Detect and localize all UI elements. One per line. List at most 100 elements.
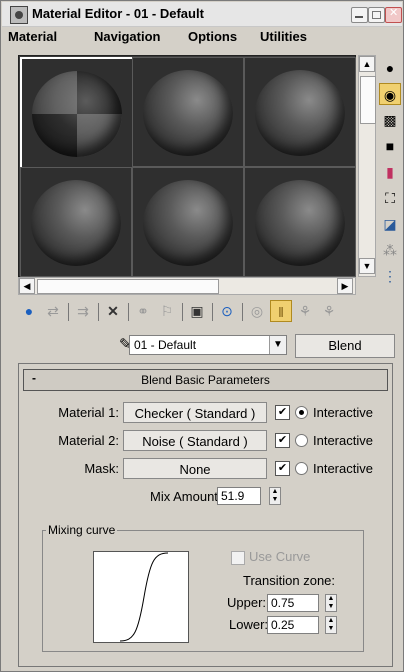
make-preview-icon[interactable]: ⛶	[379, 187, 401, 209]
spin-up-icon: ▲	[327, 617, 335, 624]
get-material-icon[interactable]: ●	[18, 300, 40, 322]
mask-button[interactable]: None	[123, 458, 267, 479]
scroll-down-icon[interactable]: ▼	[359, 258, 375, 274]
spin-up-icon: ▲	[327, 595, 335, 602]
material-type-button[interactable]: Blend	[295, 334, 395, 358]
options-icon[interactable]: ◪	[379, 213, 401, 235]
spin-down-icon: ▼	[327, 603, 335, 610]
material-2-label: Material 2:	[58, 433, 119, 448]
sample-sphere	[32, 71, 122, 157]
spin-down-icon: ▼	[271, 496, 279, 503]
transition-zone-label: Transition zone:	[243, 573, 336, 588]
material-1-label: Material 1:	[58, 405, 119, 420]
minimize-button[interactable]	[351, 7, 368, 23]
backlight-icon[interactable]: ◉	[379, 83, 401, 105]
menu-bar: Material Navigation Options Utilities	[2, 28, 402, 46]
menu-navigation[interactable]: Navigation	[94, 29, 160, 44]
make-unique-icon[interactable]: ⚭	[132, 300, 154, 322]
spin-down-icon: ▼	[327, 625, 335, 632]
material-toolbar: ● ⇄ ⇉ ✕ ⚭ ⚐ ▣ ⊙ ◎ ‖ ⚘ ⚘	[18, 300, 402, 326]
spin-up-icon: ▲	[271, 488, 279, 495]
toolbar-divider	[98, 303, 99, 321]
show-map-in-viewport-icon[interactable]: ⊙	[216, 300, 238, 322]
mixing-curve-group: Mixing curve Use Curve Transition zone: …	[42, 523, 364, 652]
material-1-interactive-label: Interactive	[313, 405, 373, 420]
sample-sphere	[143, 180, 233, 266]
material-effects-channel-icon[interactable]: ▣	[186, 300, 208, 322]
mask-interactive-radio[interactable]	[295, 462, 308, 475]
close-button[interactable]	[385, 6, 402, 23]
go-forward-to-sibling-icon[interactable]: ⚘	[318, 300, 340, 322]
use-curve-checkbox[interactable]	[231, 551, 245, 565]
material-editor-window: Material Editor - 01 - Default Material …	[0, 0, 404, 672]
sample-sphere	[143, 70, 233, 156]
sample-sphere	[255, 180, 345, 266]
put-to-scene-icon[interactable]: ⇄	[42, 300, 64, 322]
material-1-interactive-radio[interactable]	[295, 406, 308, 419]
material-1-button[interactable]: Checker ( Standard )	[123, 402, 267, 423]
menu-material[interactable]: Material	[8, 29, 57, 44]
sample-slots	[18, 55, 356, 277]
sample-slot-5[interactable]	[132, 167, 244, 277]
rollout-header[interactable]: - Blend Basic Parameters	[23, 369, 388, 391]
slots-horizontal-scrollbar[interactable]: ◀ ▶	[18, 277, 356, 295]
video-color-check-icon[interactable]: ▮	[379, 161, 401, 183]
slots-vertical-scrollbar[interactable]: ▲ ▼	[358, 55, 376, 277]
sample-slot-3[interactable]	[244, 57, 356, 167]
go-to-parent-icon[interactable]: ⚘	[294, 300, 316, 322]
sample-slot-4[interactable]	[20, 167, 132, 277]
sample-sphere	[31, 180, 121, 266]
select-by-material-icon[interactable]: ⁂	[379, 239, 401, 261]
material-name-input[interactable]	[129, 335, 287, 355]
material-2-enable-checkbox[interactable]: ✔	[275, 433, 290, 448]
sample-slot-6[interactable]	[244, 167, 356, 277]
title-bar: Material Editor - 01 - Default	[2, 2, 402, 27]
mixing-curve-graph	[93, 551, 189, 643]
toolbar-divider	[68, 303, 69, 321]
scroll-thumb[interactable]	[37, 279, 219, 294]
material-2-interactive-radio[interactable]	[295, 434, 308, 447]
assign-to-selection-icon[interactable]: ⇉	[72, 300, 94, 322]
show-end-result-toggle-icon[interactable]: ‖	[270, 300, 292, 322]
upper-spinner[interactable]: ▲ ▼	[325, 594, 337, 612]
menu-options[interactable]: Options	[188, 29, 237, 44]
sample-type-icon[interactable]: ●	[379, 57, 401, 79]
use-curve-label: Use Curve	[249, 549, 311, 564]
upper-input[interactable]	[267, 594, 319, 612]
upper-label: Upper:	[227, 595, 267, 610]
toolbar-divider	[128, 303, 129, 321]
toolbar-divider	[242, 303, 243, 321]
mix-amount-label: Mix Amount:	[150, 489, 222, 504]
material-map-navigator-icon[interactable]: ⋮	[379, 265, 401, 287]
mixing-curve-title: Mixing curve	[46, 523, 118, 537]
scroll-right-icon[interactable]: ▶	[337, 278, 353, 294]
blend-basic-parameters-rollout: - Blend Basic Parameters Material 1: Che…	[18, 363, 393, 667]
sample-sphere	[255, 70, 345, 156]
menu-utilities[interactable]: Utilities	[260, 29, 307, 44]
maximize-button[interactable]	[368, 7, 385, 23]
sample-uv-tiling-icon[interactable]: ■	[379, 135, 401, 157]
lower-input[interactable]	[267, 616, 319, 634]
material-1-enable-checkbox[interactable]: ✔	[275, 405, 290, 420]
scroll-up-icon[interactable]: ▲	[359, 56, 375, 72]
lower-label: Lower:	[229, 617, 269, 632]
material-1-row: Material 1: Checker ( Standard ) ✔ Inter…	[19, 402, 392, 424]
sample-slot-1[interactable]	[20, 57, 134, 169]
material-2-interactive-label: Interactive	[313, 433, 373, 448]
background-checker-icon[interactable]: ▩	[379, 109, 401, 131]
put-to-library-icon[interactable]: ⚐	[156, 300, 178, 322]
mix-amount-spinner[interactable]: ▲ ▼	[269, 487, 281, 505]
material-2-button[interactable]: Noise ( Standard )	[123, 430, 267, 451]
window-title: Material Editor - 01 - Default	[32, 6, 204, 21]
scroll-left-icon[interactable]: ◀	[19, 278, 35, 294]
app-icon[interactable]	[10, 6, 28, 24]
reset-map-icon[interactable]: ✕	[102, 300, 124, 322]
lower-spinner[interactable]: ▲ ▼	[325, 616, 337, 634]
mask-enable-checkbox[interactable]: ✔	[275, 461, 290, 476]
mix-amount-row: Mix Amount: ▲▼	[19, 486, 392, 508]
chevron-down-icon[interactable]: ▼	[269, 336, 286, 354]
sample-slot-2[interactable]	[132, 57, 244, 167]
mix-amount-input[interactable]	[217, 487, 261, 505]
scroll-thumb[interactable]	[360, 76, 376, 124]
show-end-result-icon[interactable]: ◎	[246, 300, 268, 322]
